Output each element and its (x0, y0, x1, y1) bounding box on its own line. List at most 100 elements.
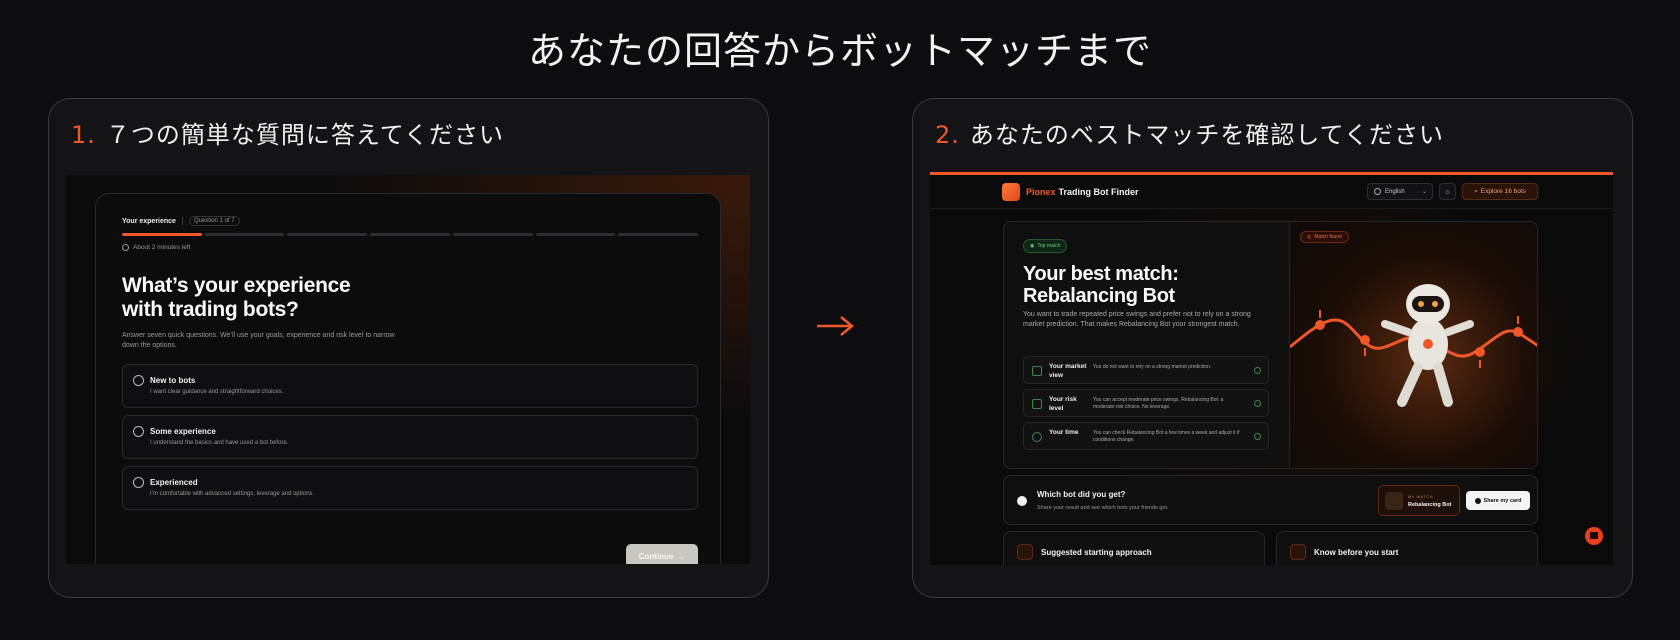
time-left-text: About 2 minutes left (133, 244, 191, 251)
section-label: Your experience (122, 217, 176, 225)
option-description: I understand the basics and have used a … (150, 440, 289, 446)
theme-button[interactable]: ☼ (1439, 183, 1456, 200)
card-title: Know before you start (1314, 548, 1399, 557)
reason-market-view: Your market view You do not want to rely… (1023, 356, 1269, 384)
option-label: Experienced (150, 478, 198, 487)
option-some-experience[interactable]: Some experience I understand the basics … (122, 415, 698, 459)
question-subtitle: Answer seven quick questions. We’ll use … (122, 332, 395, 349)
reason-risk-level: Your risk level You can accept moderate … (1023, 389, 1269, 417)
robot-icon (1290, 284, 1537, 407)
card-title: Suggested starting approach (1041, 548, 1152, 557)
progress-segment (535, 233, 616, 236)
explore-bots-button[interactable]: ⌕ Explore 16 bots (1462, 183, 1538, 200)
arrow-right-icon: → (677, 551, 686, 561)
share-icon (1474, 497, 1481, 504)
reason-label: Your time (1049, 429, 1079, 436)
globe-icon (1374, 188, 1381, 195)
info-icon (1290, 544, 1306, 560)
progress-segment (204, 233, 285, 236)
sun-icon: ☼ (1443, 187, 1452, 196)
share-subtitle: Share your result and see which bots you… (1037, 505, 1169, 511)
search-icon: ⌕ (1474, 187, 1478, 195)
divider (181, 217, 183, 225)
radio-icon[interactable] (133, 426, 144, 437)
starting-approach-card: Suggested starting approach (1003, 531, 1265, 565)
shield-icon (1032, 399, 1042, 409)
reason-text: You can check Rebalancing Bot a few time… (1093, 430, 1240, 443)
brand-suffix: Trading Bot Finder (1058, 187, 1139, 197)
know-before-card: Know before you start (1276, 531, 1538, 565)
option-label: New to bots (150, 376, 196, 385)
progress-bar (122, 233, 699, 236)
step-heading: ７つの簡単な質問に答えてください (105, 121, 504, 149)
result-screenshot: Pionex Trading Bot Finder English ⌄ ☼ ⌕ E… (930, 172, 1613, 565)
quiz-screenshot: Your experience Question 1 of 7 About 2 … (66, 175, 750, 564)
time-left: About 2 minutes left (122, 244, 190, 251)
top-match-badge: ◉ Top match (1023, 239, 1068, 253)
brand-name: Pionex (1026, 187, 1056, 197)
check-circle-icon (1017, 496, 1027, 506)
question-counter: Question 1 of 7 (188, 216, 240, 226)
check-circle-icon: ◉ (1030, 243, 1035, 249)
share-my-card-button[interactable]: Share my card (1466, 491, 1530, 510)
radio-icon[interactable] (133, 375, 144, 386)
match-description: You want to trade repeated price swings … (1023, 311, 1251, 328)
progress-segment (452, 233, 533, 236)
option-new-to-bots[interactable]: New to bots I want clear guidance and st… (122, 364, 698, 408)
reason-label: Your risk level (1049, 396, 1077, 412)
question-title: What’s your experience with trading bots… (122, 274, 351, 321)
check-icon (1254, 400, 1261, 407)
option-description: I want clear guidance and straightforwar… (150, 389, 284, 395)
panel-step-1: 1. ７つの簡単な質問に答えてください Your experience Quest… (48, 98, 769, 598)
top-match-label: Top match (1037, 243, 1061, 249)
explore-label: Explore 16 bots (1480, 188, 1526, 195)
step-number: 1. (71, 121, 96, 149)
best-match-card: ◉ Top match Your best match: Rebalancing… (1003, 221, 1538, 469)
progress-segment (618, 233, 699, 236)
clock-icon (1032, 432, 1042, 442)
option-description: I’m comfortable with advanced settings, … (150, 491, 315, 497)
robot-illustration: ◎ Match found (1289, 222, 1537, 468)
target-icon: ◎ (1307, 234, 1312, 240)
page-title: あなたの回答からボットマッチまで (527, 29, 1152, 73)
panel-heading: 2. あなたのベストマッチを確認してください (935, 115, 1444, 150)
match-found-label: Match found (1314, 234, 1342, 240)
my-match-chip: MY MATCH Rebalancing Bot (1378, 485, 1460, 516)
continue-button[interactable]: Continue → (626, 544, 698, 564)
robot-avatar-icon (1385, 492, 1403, 510)
share-title: Which bot did you get? (1037, 490, 1126, 499)
radio-icon[interactable] (133, 477, 144, 488)
check-icon (1254, 433, 1261, 440)
reason-time: Your time You can check Rebalancing Bot … (1023, 422, 1269, 450)
chat-button[interactable] (1585, 527, 1603, 545)
pionex-logo-icon (1002, 183, 1020, 201)
step-number: 2. (935, 121, 960, 149)
reason-label: Your market view (1049, 363, 1087, 379)
share-card: Which bot did you get? Share your result… (1003, 475, 1538, 525)
share-button-label: Share my card (1483, 497, 1522, 504)
brand: Pionex Trading Bot Finder (1026, 187, 1139, 197)
progress-segment (122, 233, 202, 236)
route-icon (1017, 544, 1033, 560)
option-experienced[interactable]: Experienced I’m comfortable with advance… (122, 466, 698, 510)
my-match-name: Rebalancing Bot (1408, 502, 1452, 508)
match-title: Your best match: Rebalancing Bot (1023, 263, 1179, 307)
panel-heading: 1. ７つの簡単な質問に答えてください (71, 115, 504, 150)
option-label: Some experience (150, 427, 216, 436)
continue-label: Continue (638, 551, 674, 561)
top-bar: Pionex Trading Bot Finder English ⌄ ☼ ⌕ E… (930, 175, 1613, 209)
question-meta: Your experience Question 1 of 7 (122, 216, 240, 226)
chart-icon (1032, 366, 1042, 376)
my-match-label: MY MATCH (1408, 494, 1433, 499)
language-value: English (1385, 188, 1405, 195)
match-info: ◉ Top match Your best match: Rebalancing… (1004, 222, 1289, 468)
match-found-badge: ◎ Match found (1300, 231, 1349, 243)
clock-icon (122, 244, 129, 251)
panel-step-2: 2. あなたのベストマッチを確認してください Pionex Trading Bot … (912, 98, 1633, 598)
progress-segment (287, 233, 368, 236)
reason-text: You can accept moderate price swings. Re… (1093, 397, 1224, 410)
language-select[interactable]: English ⌄ (1367, 183, 1433, 200)
check-icon (1254, 367, 1261, 374)
reason-text: You do not want to rely on a strong mark… (1093, 364, 1212, 370)
chevron-down-icon: ⌄ (1421, 189, 1427, 195)
